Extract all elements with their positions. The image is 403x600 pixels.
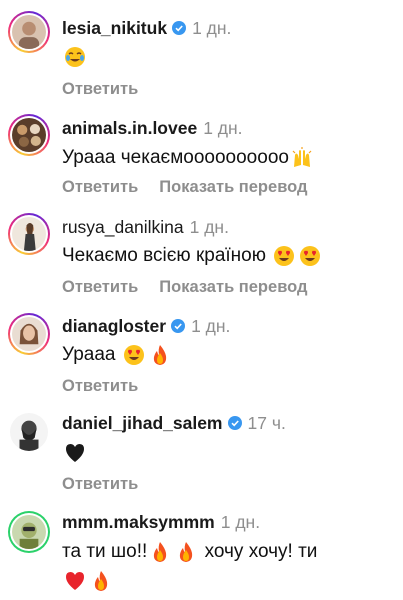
username[interactable]: dianagloster (62, 316, 166, 337)
username[interactable]: lesia_nikituk (62, 18, 167, 39)
comment-header: lesia_nikituk 1 дн. (62, 16, 231, 40)
heart-eyes-emoji (123, 344, 145, 366)
timestamp: 1 дн. (189, 216, 229, 237)
heart-eyes-emoji (273, 245, 295, 267)
comment-text-content: та ти шо!! (62, 541, 148, 562)
red-heart-emoji (64, 570, 86, 592)
avatar[interactable] (8, 213, 50, 255)
fire-emoji (90, 570, 112, 592)
show-translation-button[interactable]: Показать перевод (159, 178, 307, 197)
avatar-photo-icon (12, 317, 46, 351)
avatar[interactable] (8, 511, 50, 553)
avatar-photo-icon (12, 515, 46, 549)
timestamp: 1 дн. (220, 511, 261, 532)
comment-text: Урааа чекаємоооооооооо (62, 143, 315, 173)
comment-header: dianagloster 1 дн. (62, 314, 230, 338)
comment-text-line2 (62, 566, 114, 596)
timestamp: 1 дн. (192, 17, 232, 38)
username[interactable]: rusya_danilkina (62, 217, 184, 238)
black-heart-emoji (64, 442, 86, 464)
fire-emoji (175, 541, 197, 563)
comment-header: daniel_jihad_salem 17 ч. (62, 411, 286, 435)
avatar-photo-icon (12, 217, 46, 251)
comment-text-content: Урааа чекаємоооооооооо (62, 147, 289, 168)
comment-text-content: Урааа (62, 344, 116, 365)
raising-hands-emoji (291, 146, 313, 169)
avatar[interactable] (8, 313, 50, 355)
comment-actions: Ответить (62, 375, 138, 397)
avatar-photo-icon (12, 118, 46, 152)
comment-text (62, 42, 88, 72)
verified-badge-icon (171, 319, 186, 333)
avatar-photo-icon (12, 15, 46, 49)
avatar[interactable] (8, 411, 50, 453)
fire-emoji (149, 344, 171, 366)
comment-text: Урааа (62, 340, 173, 370)
timestamp: 1 дн. (191, 315, 231, 336)
comment-text: Чекаємо всією країною (62, 241, 323, 271)
comment-header: animals.in.lovee 1 дн. (62, 116, 243, 140)
comment-text-content-end: хочу хочу! ти (204, 541, 318, 562)
fire-emoji (149, 541, 171, 563)
comment-header: mmm.maksymmm 1 дн. (62, 510, 260, 534)
show-translation-button[interactable]: Показать перевод (159, 278, 307, 297)
comment-actions: Ответить (62, 473, 138, 495)
reply-button[interactable]: Ответить (62, 475, 138, 494)
verified-badge-icon (172, 21, 187, 35)
timestamp: 1 дн. (203, 117, 243, 138)
timestamp: 17 ч. (247, 412, 286, 433)
avatar[interactable] (8, 11, 50, 53)
comment-text: та ти шо!! хочу хочу! ти (62, 537, 317, 567)
username[interactable]: mmm.maksymmm (62, 512, 215, 533)
reply-button[interactable]: Ответить (62, 80, 138, 99)
comment-actions: Ответить Показать перевод (62, 176, 307, 198)
comment-text-content: Чекаємо всією країною (62, 245, 266, 266)
tears-of-joy-emoji (64, 46, 86, 68)
reply-button[interactable]: Ответить (62, 278, 138, 297)
comment-text (62, 438, 88, 468)
reply-button[interactable]: Ответить (62, 178, 138, 197)
comment-header: rusya_danilkina 1 дн. (62, 215, 229, 239)
avatar[interactable] (8, 114, 50, 156)
heart-eyes-emoji (299, 245, 321, 267)
username[interactable]: daniel_jihad_salem (62, 413, 223, 434)
comment-actions: Ответить (62, 78, 138, 100)
comment-actions: Ответить Показать перевод (62, 276, 307, 298)
verified-badge-icon (227, 416, 242, 430)
avatar-photo-icon (10, 413, 48, 451)
reply-button[interactable]: Ответить (62, 377, 138, 396)
username[interactable]: animals.in.lovee (62, 118, 197, 139)
